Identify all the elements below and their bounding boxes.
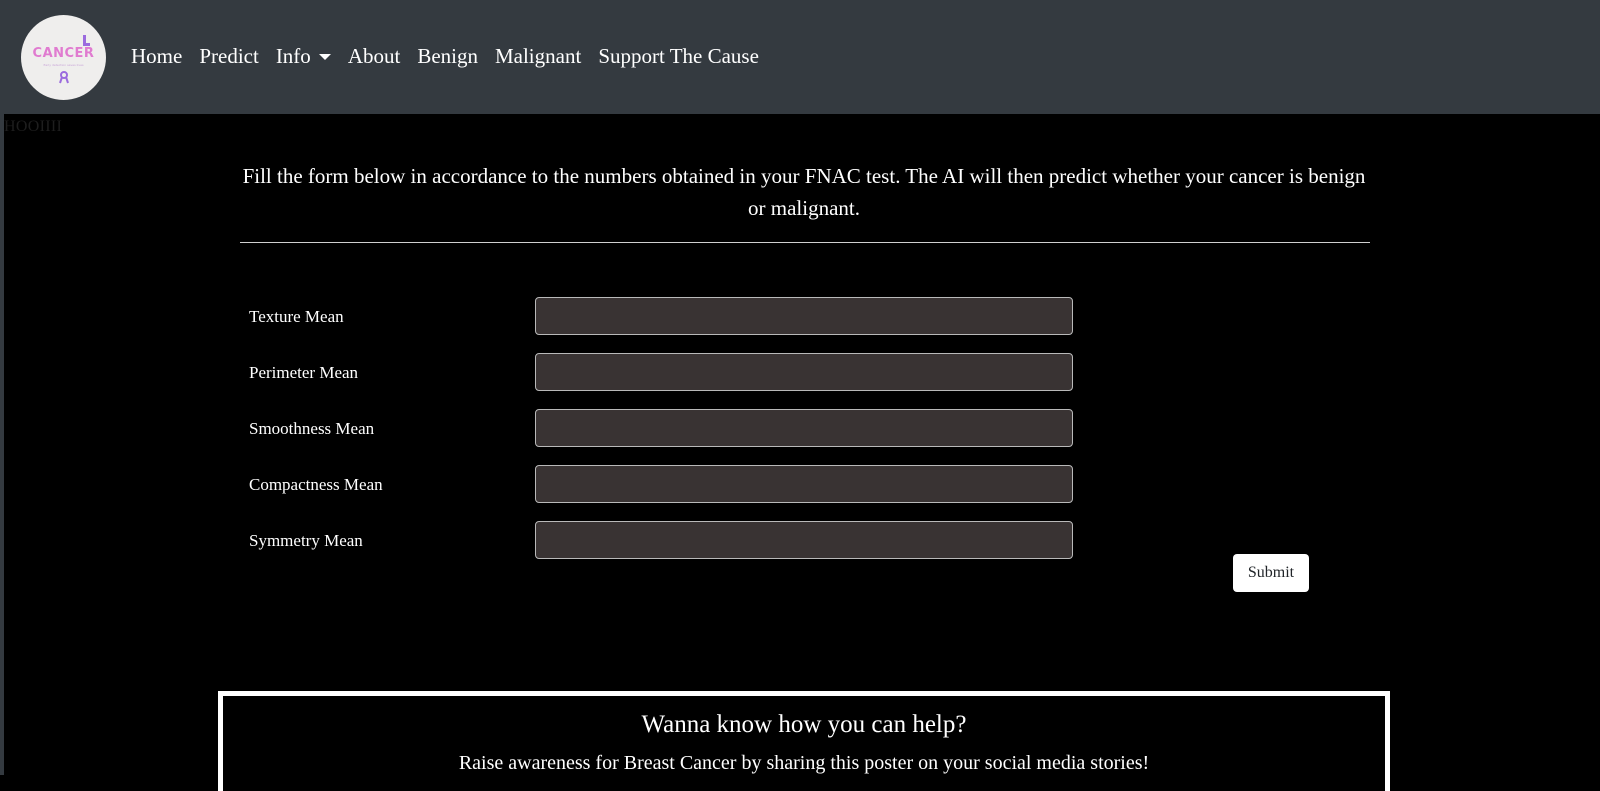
nav-link-home[interactable]: Home xyxy=(131,44,182,69)
logo[interactable]: CANCER Early detection saves lives xyxy=(21,15,106,100)
smoothness-mean-input[interactable] xyxy=(535,409,1073,447)
nav-link-support[interactable]: Support The Cause xyxy=(598,44,759,69)
help-text: Raise awareness for Breast Cancer by sha… xyxy=(458,752,1150,774)
debug-text: HOOIIII xyxy=(4,118,63,135)
form-row-perimeter: Perimeter Mean xyxy=(249,353,1079,393)
perimeter-mean-label: Perimeter Mean xyxy=(249,363,359,382)
form-row-symmetry: Symmetry Mean xyxy=(249,521,1079,561)
logo-tagline: Early detection saves lives xyxy=(43,63,84,67)
nav-link-benign[interactable]: Benign xyxy=(417,44,478,69)
submit-button[interactable]: Submit xyxy=(1233,554,1309,592)
form-row-texture: Texture Mean xyxy=(249,297,1079,337)
nav-link-malignant[interactable]: Malignant xyxy=(495,44,581,69)
nav-link-predict[interactable]: Predict xyxy=(199,44,258,69)
caret-down-icon xyxy=(318,53,331,60)
ribbon-icon xyxy=(59,71,69,84)
navbar: CANCER Early detection saves lives Home … xyxy=(0,0,1600,114)
help-box: Wanna know how you can help? Raise aware… xyxy=(218,691,1390,791)
help-title: Wanna know how you can help? xyxy=(641,711,967,738)
texture-mean-input[interactable] xyxy=(535,297,1073,335)
symmetry-mean-label: Symmetry Mean xyxy=(249,531,363,550)
form-row-smoothness: Smoothness Mean xyxy=(249,409,1079,449)
perimeter-mean-input[interactable] xyxy=(535,353,1073,391)
symmetry-mean-input[interactable] xyxy=(535,521,1073,559)
compactness-mean-input[interactable] xyxy=(535,465,1073,503)
compactness-mean-label: Compactness Mean xyxy=(249,475,383,494)
form-row-compactness: Compactness Mean xyxy=(249,465,1079,505)
logo-word: CANCER xyxy=(32,46,95,61)
smoothness-mean-label: Smoothness Mean xyxy=(249,419,375,438)
divider xyxy=(240,242,1370,243)
nav-link-info-label: Info xyxy=(275,44,311,68)
texture-mean-label: Texture Mean xyxy=(249,307,344,326)
page-edge xyxy=(0,0,4,775)
nav-dropdown-info[interactable]: Info xyxy=(276,44,331,69)
nav-links: Home Predict Info About Benign Malignant… xyxy=(131,44,776,69)
nav-link-about[interactable]: About xyxy=(348,44,401,69)
form-intro: Fill the form below in accordance to the… xyxy=(242,164,1366,220)
